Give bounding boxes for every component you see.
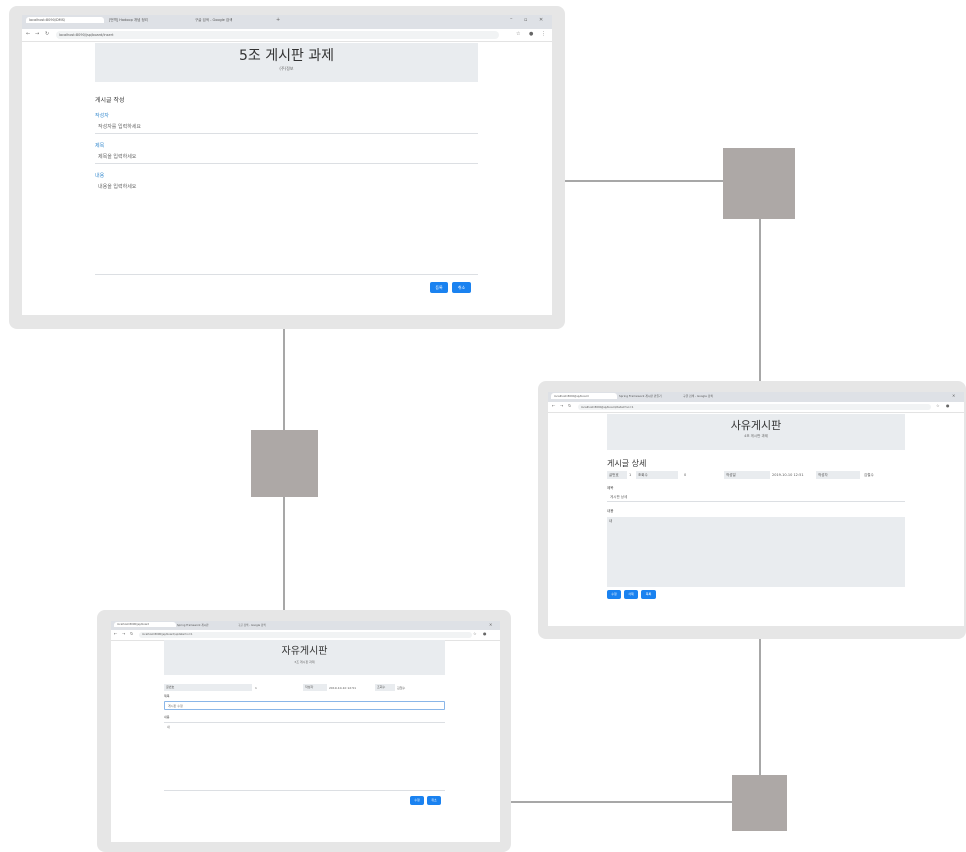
title-value: 게시판 상세 bbox=[607, 493, 905, 502]
page-header: 사유게시판 4조 게시판 과제 bbox=[607, 414, 905, 450]
connector-line bbox=[759, 219, 761, 384]
info-label: 작성자 bbox=[303, 684, 327, 691]
content-label: 내용 bbox=[607, 509, 614, 513]
submit-button[interactable]: 등록 bbox=[430, 282, 448, 293]
close-icon[interactable]: ✕ bbox=[952, 394, 955, 398]
title-label: 제목 bbox=[607, 486, 614, 490]
connector-node bbox=[723, 148, 795, 219]
info-value: 1 bbox=[629, 473, 632, 477]
info-label: 조회수 bbox=[375, 684, 395, 691]
url-field[interactable]: localhost:8090/jsp/board/insert bbox=[56, 31, 499, 39]
section-heading: 게시글 상세 bbox=[607, 459, 647, 468]
author-input[interactable]: 작성자를 입력하세요 bbox=[95, 123, 478, 134]
title-input[interactable]: 게시판 수정 bbox=[164, 701, 445, 710]
update-button[interactable]: 수정 bbox=[410, 796, 424, 805]
back-icon[interactable]: ← bbox=[114, 632, 117, 636]
tab-bar: localhost:8090/jsp/board Spring Framewor… bbox=[548, 392, 964, 402]
browser-window-write: localhost:8090/DMS/ [번역] Hadoop 개념 정리 구글… bbox=[22, 15, 552, 315]
browser-tab[interactable]: [번역] Hadoop 개념 정리 bbox=[106, 17, 192, 24]
info-label: 글번호 bbox=[164, 684, 252, 691]
back-icon[interactable]: ← bbox=[26, 32, 30, 37]
cancel-button[interactable]: 취소 bbox=[452, 282, 471, 293]
browser-tab[interactable]: localhost:8090/jsp/board bbox=[551, 393, 617, 399]
section-heading: 게시글 작성 bbox=[95, 97, 125, 104]
browser-tab[interactable]: 구글 검색 - Google 검색 bbox=[235, 622, 299, 628]
browser-tab[interactable]: localhost:8090/DMS/ bbox=[26, 17, 104, 23]
new-tab-icon[interactable]: + bbox=[276, 18, 280, 23]
connector-line bbox=[563, 180, 723, 182]
page-title: 자유게시판 bbox=[281, 646, 328, 657]
content-label: 내용 bbox=[164, 715, 170, 719]
page-subtitle: (주)정보 bbox=[279, 66, 294, 71]
forward-icon[interactable]: → bbox=[35, 32, 39, 37]
browser-tab[interactable]: 구글 검색 - Google 검색 bbox=[192, 17, 276, 24]
info-value: 1 bbox=[255, 686, 257, 690]
browser-tab[interactable]: Spring Framework 게시판 만들기 bbox=[616, 393, 682, 399]
star-icon[interactable]: ☆ bbox=[516, 32, 520, 37]
title-input[interactable]: 제목을 입력하세요 bbox=[95, 153, 478, 164]
info-value: 김철수 bbox=[864, 473, 874, 477]
star-icon[interactable]: ☆ bbox=[473, 632, 477, 636]
content-textarea[interactable]: 내 bbox=[164, 722, 445, 791]
close-icon[interactable]: ✕ bbox=[489, 623, 492, 627]
browser-window-detail: localhost:8090/jsp/board Spring Framewor… bbox=[548, 392, 964, 626]
page-header: 자유게시판 3조 게시판 과제 bbox=[164, 640, 445, 675]
cancel-button[interactable]: 취소 bbox=[427, 796, 441, 805]
connector-node bbox=[251, 430, 318, 497]
reload-icon[interactable]: ↻ bbox=[45, 32, 49, 37]
info-label: 글번호 bbox=[607, 471, 627, 479]
connector-line bbox=[511, 801, 733, 803]
address-bar: ← → ↻ localhost:8090/jsp/board/insert ☆ … bbox=[22, 29, 552, 42]
star-icon[interactable]: ☆ bbox=[936, 404, 940, 408]
profile-icon[interactable]: ● bbox=[946, 404, 950, 408]
content-value: 내 bbox=[607, 517, 905, 587]
info-value: 2019-10-10 12:51 bbox=[329, 686, 357, 690]
title-label: 제목 bbox=[95, 143, 105, 149]
reload-icon[interactable]: ↻ bbox=[130, 632, 133, 636]
url-field[interactable]: localhost:8090/jsp/board/detail?no=1 bbox=[578, 404, 931, 410]
edit-button[interactable]: 수정 bbox=[607, 590, 621, 599]
forward-icon[interactable]: → bbox=[560, 404, 563, 408]
browser-tab[interactable]: 구글 검색 - Google 검색 bbox=[680, 393, 746, 399]
page-title: 사유게시판 bbox=[730, 419, 782, 432]
profile-icon[interactable]: ● bbox=[483, 632, 487, 636]
profile-icon[interactable]: ● bbox=[529, 32, 533, 37]
browser-window-edit: localhost:8090/jsp/board Spring Framewor… bbox=[111, 621, 500, 842]
info-label: 작성자 bbox=[816, 471, 860, 479]
reload-icon[interactable]: ↻ bbox=[568, 404, 571, 408]
forward-icon[interactable]: → bbox=[122, 632, 125, 636]
connector-line bbox=[759, 636, 761, 776]
delete-button[interactable]: 삭제 bbox=[624, 590, 638, 599]
maximize-icon[interactable]: ▫ bbox=[524, 18, 527, 23]
info-value: 2019-10-10 12:51 bbox=[772, 473, 804, 477]
info-label: 조회수 bbox=[636, 471, 678, 479]
page-subtitle: 3조 게시판 과제 bbox=[294, 660, 315, 664]
tab-bar: localhost:8090/DMS/ [번역] Hadoop 개념 정리 구글… bbox=[22, 15, 552, 29]
address-bar: ← → ↻ localhost:8090/jsp/board/detail?no… bbox=[548, 402, 964, 413]
page-title: 5조 게시판 과제 bbox=[238, 48, 335, 64]
info-value: 김철수 bbox=[397, 686, 406, 690]
page-subtitle: 4조 게시판 과제 bbox=[744, 434, 768, 438]
connector-node bbox=[732, 775, 787, 831]
minimize-icon[interactable]: – bbox=[510, 17, 513, 22]
content-textarea[interactable]: 내용을 입력하세요 bbox=[95, 183, 478, 275]
info-label: 작성일 bbox=[724, 471, 770, 479]
title-label: 제목 bbox=[164, 694, 170, 698]
tab-bar: localhost:8090/jsp/board Spring Framewor… bbox=[111, 621, 500, 630]
menu-icon[interactable]: ⋮ bbox=[541, 32, 546, 37]
page-header: 5조 게시판 과제 (주)정보 bbox=[95, 43, 478, 82]
close-icon[interactable]: ✕ bbox=[539, 18, 543, 23]
back-icon[interactable]: ← bbox=[552, 404, 555, 408]
info-value: 0 bbox=[684, 473, 687, 477]
content-label: 내용 bbox=[95, 173, 105, 179]
author-label: 작성자 bbox=[95, 113, 109, 119]
browser-tab[interactable]: localhost:8090/jsp/board bbox=[114, 622, 176, 627]
list-button[interactable]: 목록 bbox=[641, 590, 656, 599]
url-field[interactable]: localhost:8090/jsp/board/update?no=1 bbox=[139, 632, 472, 638]
browser-tab[interactable]: Spring Framework 게시판 bbox=[174, 622, 238, 628]
